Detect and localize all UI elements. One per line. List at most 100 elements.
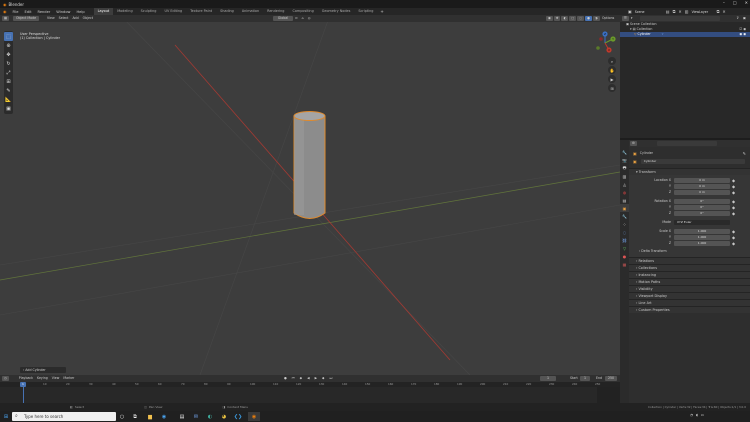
auto-key-icon[interactable]: ●	[282, 376, 289, 381]
scale-z-field[interactable]: 1.000	[674, 240, 730, 246]
view-layer-icon[interactable]: ▥	[685, 9, 689, 14]
physics-tab-icon[interactable]: ◌	[620, 228, 629, 236]
shading-solid-icon[interactable]: ●	[585, 16, 592, 21]
cylinder-visibility-icon[interactable]: ◉ ◉	[739, 32, 746, 37]
store-icon[interactable]: ▤	[178, 412, 186, 421]
menu-file[interactable]: File	[10, 10, 22, 14]
collections-panel-header[interactable]: › Collections	[629, 264, 750, 271]
snap-icon[interactable]: ⌂	[300, 16, 306, 21]
blender-menu-icon[interactable]: ◉	[0, 9, 10, 14]
play-reverse-icon[interactable]: ◀	[305, 376, 311, 381]
jump-end-icon[interactable]: ⏭	[327, 376, 334, 381]
particles-tab-icon[interactable]: ⁘	[620, 220, 629, 228]
rotation-x-lock-icon[interactable]: ◆	[732, 199, 735, 204]
camera-view-icon[interactable]: ▶	[608, 75, 616, 83]
rotation-mode-select[interactable]: XYZ Euler	[674, 219, 730, 225]
object-mode-select[interactable]: Object Mode	[13, 16, 40, 21]
scene-delete-icon[interactable]: ✕	[678, 9, 681, 14]
mail-icon[interactable]: ✉	[192, 412, 200, 421]
file-explorer-icon[interactable]: ▆	[146, 412, 154, 421]
modifiers-tab-icon[interactable]: 🔧	[620, 212, 629, 220]
network-icon[interactable]: ◔	[690, 413, 693, 417]
output-tab-icon[interactable]: 🖶	[620, 164, 629, 172]
shading-wireframe-icon[interactable]: ◌	[577, 16, 585, 21]
play-icon[interactable]: ▶	[313, 376, 319, 381]
properties-search-input[interactable]	[656, 141, 717, 146]
windows-start-icon[interactable]: ⊞	[2, 412, 10, 421]
overlay-icon[interactable]: ◐	[561, 16, 569, 21]
menu-add[interactable]: Add	[70, 16, 80, 21]
filter-icon[interactable]: ⊽	[734, 16, 740, 21]
outliner-editor-type-icon[interactable]: ☰	[622, 16, 629, 21]
cylinder-object[interactable]	[293, 111, 326, 219]
navigation-gizmo[interactable]: Z Y X	[592, 30, 618, 56]
scene-tab-icon[interactable]: ◬	[620, 180, 629, 188]
view-layer-name[interactable]: ViewLayer	[692, 10, 714, 14]
new-collection-icon[interactable]: ▣	[741, 16, 748, 21]
current-frame-field[interactable]: 1	[540, 376, 556, 381]
properties-editor-type-icon[interactable]: ⚙	[630, 141, 637, 146]
options-button[interactable]: Options	[600, 16, 616, 21]
move-tool-icon[interactable]: ✥	[4, 50, 13, 59]
location-z-lock-icon[interactable]: ◆	[732, 190, 735, 195]
rotation-z-field[interactable]: 0°	[674, 210, 730, 216]
material-tab-icon[interactable]: ●	[620, 252, 629, 260]
scene-icon[interactable]: ▣	[628, 9, 632, 14]
edge-icon[interactable]: ◐	[206, 412, 214, 421]
tab-texture-paint[interactable]: Texture Paint	[186, 8, 216, 15]
relations-panel-header[interactable]: › Relations	[629, 257, 750, 264]
gizmo-neg-y[interactable]	[596, 46, 600, 50]
tab-scripting[interactable]: Scripting	[354, 8, 377, 15]
outliner-row-cylinder[interactable]: ▽ Cylinder ▿ ◉ ◉	[620, 32, 750, 37]
pivot-icon[interactable]: ⊙	[293, 16, 300, 21]
rotation-y-field[interactable]: 0°	[674, 204, 730, 210]
pin-icon[interactable]: ✎	[743, 151, 746, 156]
shading-material-icon[interactable]: ◑	[592, 16, 600, 21]
menu-window[interactable]: Window	[53, 10, 73, 14]
editor-type-icon[interactable]: ▦	[2, 16, 10, 21]
line-art-panel-header[interactable]: › Line Art	[629, 299, 750, 306]
outliner-search-input[interactable]	[640, 16, 721, 21]
tab-shading[interactable]: Shading	[216, 8, 238, 15]
data-tab-icon[interactable]: ▽	[620, 244, 629, 252]
scale-z-lock-icon[interactable]: ◆	[732, 241, 735, 246]
transform-tool-icon[interactable]: ⊞	[4, 77, 13, 86]
view-layer-new-icon[interactable]: ⧉	[717, 9, 720, 14]
xray-icon[interactable]: ▢	[569, 16, 577, 21]
tab-rendering[interactable]: Rendering	[263, 8, 288, 15]
constraints-tab-icon[interactable]: ⛓	[620, 236, 629, 244]
tab-sculpting[interactable]: Sculpting	[137, 8, 161, 15]
object-name-field[interactable]: Cylinder	[640, 158, 745, 164]
delta-transform-subpanel[interactable]: › Delta Transform	[629, 248, 746, 254]
tab-compositing[interactable]: Compositing	[288, 8, 317, 15]
scale-y-lock-icon[interactable]: ◆	[732, 235, 735, 240]
view-layer-delete-icon[interactable]: ✕	[722, 9, 725, 14]
scale-x-field[interactable]: 1.000	[674, 228, 730, 234]
gizmo-neg-x[interactable]	[599, 37, 603, 41]
visibility-panel-header[interactable]: › Visibility	[629, 285, 750, 292]
scale-tool-icon[interactable]: ⤢	[4, 68, 13, 77]
menu-select[interactable]: Select	[57, 16, 71, 21]
select-box-tool-icon[interactable]: ⬚	[4, 32, 13, 41]
taskbar-search-input[interactable]: Type here to search	[12, 412, 116, 421]
maximize-icon[interactable]: □	[733, 0, 737, 5]
view-layer-tab-icon[interactable]: ▥	[620, 172, 629, 180]
pan-hand-icon[interactable]: ✋	[608, 66, 616, 74]
blender-taskbar-icon[interactable]: ◉	[248, 412, 260, 421]
location-x-field[interactable]: 0 m	[674, 177, 730, 183]
3d-viewport[interactable]	[0, 15, 620, 375]
chrome-icon[interactable]: ◕	[220, 412, 228, 421]
annotate-tool-icon[interactable]: ✎	[4, 86, 13, 95]
viewport-display-panel-header[interactable]: › Viewport Display	[629, 292, 750, 299]
instancing-panel-header[interactable]: › Instancing	[629, 271, 750, 278]
location-x-lock-icon[interactable]: ◆	[732, 178, 735, 183]
measure-tool-icon[interactable]: 📐	[4, 95, 13, 104]
proportional-edit-icon[interactable]: ◎	[306, 16, 313, 21]
transform-orientation-select[interactable]: Global	[273, 16, 293, 21]
start-frame-field[interactable]: 1	[580, 376, 590, 381]
outliner[interactable]: ▣ Scene Collection ▾ ▤ Collection ☑ ◉ ▽ …	[620, 22, 750, 138]
add-cube-tool-icon[interactable]: ▣	[4, 104, 13, 113]
tab-animation[interactable]: Animation	[238, 8, 263, 15]
minimize-icon[interactable]: –	[723, 0, 725, 5]
object-tab-icon[interactable]: ▣	[620, 204, 629, 212]
